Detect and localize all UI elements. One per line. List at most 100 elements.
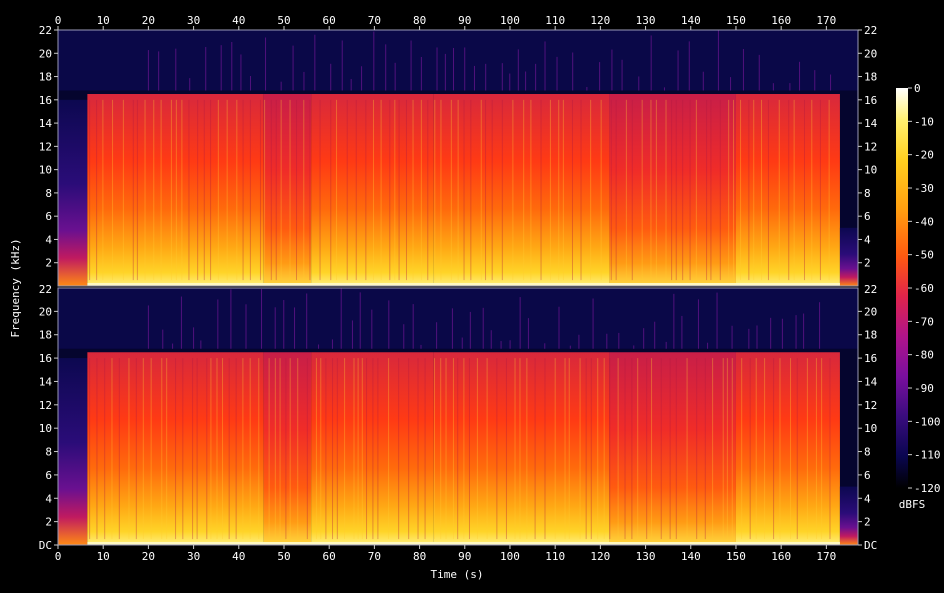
y-tick-label-right: 22 — [864, 24, 877, 37]
y-tick-label-right: 6 — [864, 210, 871, 223]
y-tick-label-left: 12 — [39, 399, 52, 412]
x-tick-label-top: 130 — [636, 14, 656, 27]
colorbar-tick-label: -120 — [914, 482, 941, 495]
x-tick-label-bottom: 30 — [187, 550, 200, 563]
y-tick-label-left: 22 — [39, 24, 52, 37]
spectrogram-chart: 0010102020303040405050606070708080909010… — [9, 14, 941, 581]
x-tick-label-top: 100 — [500, 14, 520, 27]
colorbar-tick-label: -10 — [914, 115, 934, 128]
colorbar-tick-label: -30 — [914, 182, 934, 195]
x-tick-label-top: 10 — [97, 14, 110, 27]
y-tick-label-right: 22 — [864, 283, 877, 296]
noise-floor-band — [58, 288, 858, 349]
y-tick-label-right: 14 — [864, 375, 878, 388]
x-tick-label-top: 150 — [726, 14, 746, 27]
y-tick-label-left: 10 — [39, 422, 52, 435]
segment-6 — [735, 94, 840, 286]
x-axis-label: Time (s) — [431, 568, 484, 581]
y-tick-label-right: 10 — [864, 422, 877, 435]
segment-5 — [609, 352, 736, 545]
y-tick-label-left: 10 — [39, 164, 52, 177]
x-tick-label-top: 170 — [816, 14, 836, 27]
segment-0 — [58, 99, 88, 287]
x-tick-label-bottom: 150 — [726, 550, 746, 563]
segment-2 — [263, 352, 312, 545]
y-tick-label-left: 4 — [45, 233, 52, 246]
x-tick-label-top: 40 — [232, 14, 245, 27]
y-tick-label-left: 8 — [45, 187, 52, 200]
x-tick-label-bottom: 110 — [545, 550, 565, 563]
y-tick-label-right: 2 — [864, 257, 871, 270]
segment-5 — [609, 94, 736, 286]
segment-6 — [735, 352, 840, 545]
y-tick-label-right: 18 — [864, 329, 877, 342]
x-tick-label-top: 30 — [187, 14, 200, 27]
y-tick-label-left: 16 — [39, 352, 52, 365]
x-tick-label-bottom: 0 — [55, 550, 62, 563]
x-tick-label-top: 140 — [681, 14, 701, 27]
x-tick-label-top: 160 — [771, 14, 791, 27]
y-tick-label-right: 8 — [864, 187, 871, 200]
colorbar-tick-label: -20 — [914, 149, 934, 162]
x-tick-label-top: 80 — [413, 14, 426, 27]
x-tick-label-top: 110 — [545, 14, 565, 27]
y-axis-label: Frequency (kHz) — [9, 238, 22, 337]
y-tick-label-right: 6 — [864, 469, 871, 482]
y-tick-label-right: 10 — [864, 164, 877, 177]
x-tick-label-bottom: 10 — [97, 550, 110, 563]
x-tick-label-top: 20 — [142, 14, 155, 27]
y-tick-label-right: 4 — [864, 233, 871, 246]
y-tick-label-left: 20 — [39, 47, 52, 60]
x-tick-label-bottom: 90 — [458, 550, 471, 563]
x-tick-label-top: 120 — [590, 14, 610, 27]
y-tick-label-right: 20 — [864, 305, 877, 318]
segment-4 — [433, 94, 610, 286]
y-tick-label-right: 16 — [864, 94, 877, 107]
panel-channel-1 — [57, 29, 859, 287]
segment-3 — [311, 352, 434, 545]
x-tick-label-bottom: 160 — [771, 550, 791, 563]
y-tick-label-right: 12 — [864, 399, 877, 412]
y-tick-label-left: 18 — [39, 329, 52, 342]
colorbar-tick-label: -70 — [914, 315, 934, 328]
colorbar-tick-label: -40 — [914, 215, 934, 228]
y-tick-label-right: 12 — [864, 140, 877, 153]
y-tick-label-right: 16 — [864, 352, 877, 365]
y-tick-label-right: 8 — [864, 446, 871, 459]
y-tick-label-right: 14 — [864, 117, 878, 130]
segment-4 — [433, 352, 610, 545]
segment-7 — [839, 227, 858, 286]
x-tick-label-bottom: 130 — [636, 550, 656, 563]
colorbar-tick-label: -80 — [914, 349, 934, 362]
y-tick-label-left: 20 — [39, 305, 52, 318]
x-tick-label-bottom: 50 — [277, 550, 290, 563]
y-tick-label-left: 22 — [39, 283, 52, 296]
y-tick-label-right: DC — [864, 539, 877, 552]
x-tick-label-bottom: 140 — [681, 550, 701, 563]
colorbar-tick-label: -60 — [914, 282, 934, 295]
y-tick-label-right: 18 — [864, 71, 877, 84]
x-tick-label-top: 0 — [55, 14, 62, 27]
y-tick-label-right: 4 — [864, 492, 871, 505]
colorbar-ticks: 0 -10 -20 -30 -40 -50 -60 -70 -80 -90 -100 -110 -120 — [908, 82, 941, 495]
panel-channel-2 — [57, 287, 859, 546]
y-tick-label-left: 12 — [39, 140, 52, 153]
noise-floor-band — [58, 30, 858, 91]
x-tick-label-bottom: 20 — [142, 550, 155, 563]
colorbar-label: dBFS — [899, 498, 926, 511]
x-tick-label-bottom: 80 — [413, 550, 426, 563]
x-tick-label-top: 50 — [277, 14, 290, 27]
colorbar-tick-label: 0 — [914, 82, 921, 95]
x-tick-label-bottom: 120 — [590, 550, 610, 563]
y-tick-label-left: 2 — [45, 516, 52, 529]
segment-3 — [311, 94, 434, 286]
colorbar-tick-label: -90 — [914, 382, 934, 395]
y-tick-label-left: 18 — [39, 71, 52, 84]
y-tick-label-left: 4 — [45, 492, 52, 505]
segment-0 — [58, 358, 88, 545]
y-tick-label-right: 20 — [864, 47, 877, 60]
y-tick-label-left: 14 — [39, 117, 53, 130]
colorbar-tick-label: -110 — [914, 449, 941, 462]
x-tick-label-bottom: 40 — [232, 550, 245, 563]
x-tick-label-bottom: 100 — [500, 550, 520, 563]
